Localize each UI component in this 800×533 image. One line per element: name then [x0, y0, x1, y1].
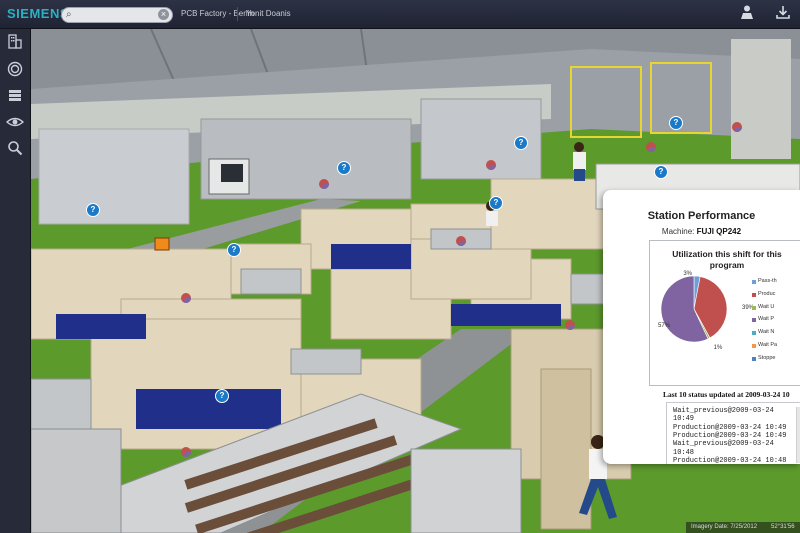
coordinates: 52°31'56	[771, 524, 795, 530]
legend-label: Pass-th	[758, 278, 777, 284]
left-toolbar	[0, 29, 31, 533]
log-line: Production@2009-03-24 10:48	[673, 456, 787, 464]
legend-item: Stoppe	[752, 354, 800, 367]
machine-name: FUJI QP242	[696, 227, 742, 236]
breadcrumb-site[interactable]: PCB Factory - Berlin	[181, 9, 254, 18]
info-marker[interactable]: ?	[215, 389, 229, 403]
legend-item: Pass-th	[752, 277, 800, 290]
download-icon[interactable]	[773, 4, 793, 24]
log-line: Production@2009-03-24 10:49	[673, 423, 787, 432]
chart-legend: Pass-th Produc Wait U Wait P Wait N Wait Pa St…	[752, 277, 800, 367]
eye-icon[interactable]	[4, 114, 26, 136]
log-line: 10:49	[673, 415, 695, 424]
status-heading: Last 10 status updated at 2009-03-24 10	[663, 390, 790, 399]
chart-title: Utilization this shift for this program	[672, 249, 782, 270]
log-line: Production@2009-03-24 10:49	[673, 431, 787, 440]
utilization-chart: Utilization this shift for this program …	[649, 240, 800, 386]
pie-data-label: 57%	[658, 323, 671, 329]
legend-swatch	[752, 356, 756, 361]
legend-swatch	[752, 343, 756, 348]
legend-item: Wait N	[752, 328, 800, 341]
search-input[interactable]: ⌕ ×	[61, 7, 173, 23]
info-marker[interactable]: ?	[654, 165, 668, 179]
legend-label: Stoppe	[758, 354, 776, 361]
legend-label: Wait U	[758, 303, 775, 310]
brand-logo: SIEMENS	[7, 6, 70, 21]
imagery-date: Imagery Date: 7/25/2012	[691, 524, 758, 530]
machine-label: Machine:	[661, 227, 695, 236]
search-icon[interactable]	[4, 140, 26, 162]
log-line: Wait_previous@2009-03-24	[673, 407, 774, 415]
legend-label: Wait Pa	[758, 341, 778, 348]
legend-swatch	[752, 318, 756, 323]
log-line: Wait_previous@2009-03-24	[673, 440, 774, 449]
buildings-icon[interactable]	[4, 33, 26, 55]
breadcrumb-user[interactable]: Yonit Doanis	[246, 9, 291, 18]
layers-icon[interactable]	[4, 87, 26, 109]
legend-label: Produc	[758, 290, 776, 297]
info-marker[interactable]: ?	[669, 116, 683, 130]
top-bar: SIEMENS ⌕ × PCB Factory - Berlin Yonit D…	[0, 0, 800, 29]
info-marker[interactable]: ?	[489, 196, 503, 210]
divider	[237, 7, 238, 21]
legend-label: Wait P	[758, 316, 774, 323]
search-icon: ⌕	[66, 9, 72, 20]
pie-chart: 3%39%1%57%	[658, 271, 755, 351]
legend-item: Wait P	[752, 315, 800, 328]
legend-swatch	[752, 305, 756, 310]
status-log[interactable]: Wait_previous@2009-03-24 10:49 Production@…	[666, 402, 800, 464]
legend-item: Wait U	[752, 303, 800, 316]
legend-swatch	[752, 292, 756, 297]
legend-swatch	[752, 280, 756, 284]
pie-data-label: 3%	[683, 271, 692, 277]
user-icon[interactable]	[737, 4, 757, 24]
clear-icon[interactable]: ×	[158, 9, 169, 20]
panel-title: Station Performance	[647, 210, 756, 222]
legend-item: Produc	[752, 290, 800, 303]
legend-label: Wait N	[758, 329, 775, 336]
log-scrollbar[interactable]	[796, 407, 800, 463]
pie-data-label: 1%	[714, 345, 723, 351]
info-marker[interactable]: ?	[86, 203, 100, 217]
legend-item: Wait Pa	[752, 341, 800, 354]
info-marker[interactable]: ?	[337, 161, 351, 175]
target-icon[interactable]	[4, 61, 26, 83]
station-performance-panel[interactable]: Station Performance Machine: FUJI QP242 …	[603, 190, 800, 464]
legend-swatch	[752, 331, 756, 336]
machine-line: Machine: FUJI QP242	[603, 227, 800, 236]
info-marker[interactable]: ?	[514, 136, 528, 150]
info-marker[interactable]: ?	[227, 243, 241, 257]
log-line: 10:48	[673, 448, 695, 457]
